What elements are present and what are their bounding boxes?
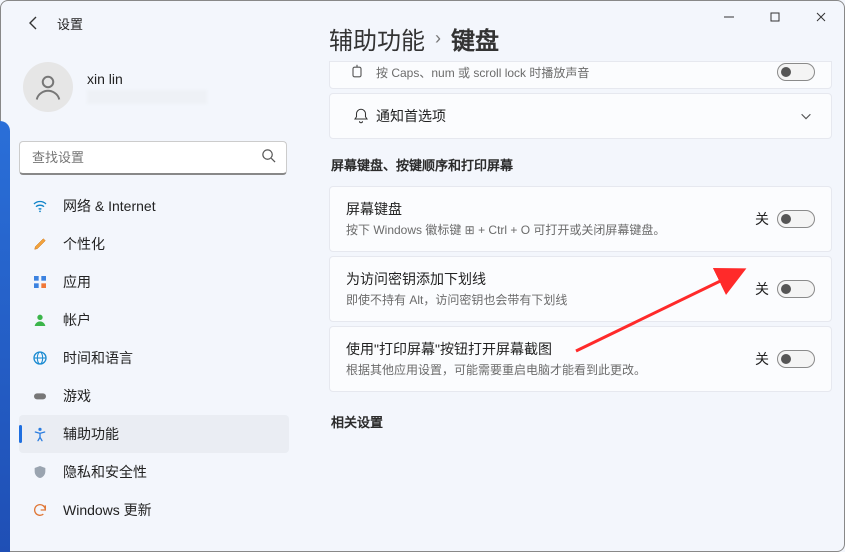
nav-label: 游戏 <box>63 386 91 406</box>
accessibility-icon <box>31 425 49 443</box>
onscreen-keyboard-toggle[interactable] <box>777 210 815 228</box>
nav-label: 隐私和安全性 <box>63 462 147 482</box>
printscreen-sub: 根据其他应用设置，可能需要重启电脑才能看到此更改。 <box>346 361 745 379</box>
underline-keys-row[interactable]: 为访问密钥添加下划线 即使不持有 Alt，访问密钥也会带有下划线 关 <box>329 256 832 322</box>
underline-keys-state: 关 <box>755 279 769 299</box>
content-panel: 按 Caps、num 或 scroll lock 时播放声音 关 通知首选项 屏… <box>329 61 832 549</box>
chevron-down-icon <box>797 107 815 125</box>
minimize-button[interactable] <box>706 1 752 33</box>
printscreen-state: 关 <box>755 349 769 369</box>
nav-label: Windows 更新 <box>63 500 152 520</box>
toggle-keys-icon <box>346 64 376 80</box>
underline-keys-sub: 即使不持有 Alt，访问密钥也会带有下划线 <box>346 291 745 309</box>
window-controls <box>706 1 844 33</box>
search-icon <box>261 148 276 168</box>
profile-block[interactable]: xin lin <box>23 61 207 113</box>
wifi-icon <box>31 197 49 215</box>
user-email-redacted <box>87 90 207 104</box>
printscreen-toggle[interactable] <box>777 350 815 368</box>
user-name: xin lin <box>87 71 207 87</box>
nav-privacy[interactable]: 隐私和安全性 <box>19 453 289 491</box>
notification-prefs-row[interactable]: 通知首选项 <box>329 93 832 139</box>
breadcrumb-parent[interactable]: 辅助功能 <box>329 21 425 56</box>
nav-label: 应用 <box>63 272 91 292</box>
nav-sidebar: 网络 & Internet 个性化 应用 帐户 时间和语言 游戏 辅助功能 隐私… <box>19 187 289 545</box>
nav-label: 个性化 <box>63 234 105 254</box>
onscreen-keyboard-title: 屏幕键盘 <box>346 199 745 219</box>
nav-accounts[interactable]: 帐户 <box>19 301 289 339</box>
section-related-title: 相关设置 <box>331 412 832 431</box>
notification-prefs-title: 通知首选项 <box>376 106 787 126</box>
nav-accessibility[interactable]: 辅助功能 <box>19 415 289 453</box>
breadcrumb-current: 键盘 <box>451 21 499 56</box>
back-button[interactable] <box>19 8 49 38</box>
nav-windows-update[interactable]: Windows 更新 <box>19 491 289 529</box>
nav-network[interactable]: 网络 & Internet <box>19 187 289 225</box>
toggle-keys-subtitle: 按 Caps、num 或 scroll lock 时播放声音 <box>376 64 745 82</box>
search-input[interactable] <box>30 149 261 166</box>
gamepad-icon <box>31 387 49 405</box>
search-box[interactable] <box>19 141 287 175</box>
printscreen-row[interactable]: 使用"打印屏幕"按钮打开屏幕截图 根据其他应用设置，可能需要重启电脑才能看到此更… <box>329 326 832 392</box>
onscreen-keyboard-row[interactable]: 屏幕键盘 按下 Windows 徽标键 ⊞ + Ctrl + O 可打开或关闭屏… <box>329 186 832 252</box>
breadcrumb: 辅助功能 › 键盘 <box>329 21 499 56</box>
onscreen-keyboard-sub: 按下 Windows 徽标键 ⊞ + Ctrl + O 可打开或关闭屏幕键盘。 <box>346 221 745 239</box>
chevron-right-icon: › <box>435 28 441 49</box>
underline-keys-toggle[interactable] <box>777 280 815 298</box>
section-osk-title: 屏幕键盘、按键顺序和打印屏幕 <box>331 155 832 174</box>
person-icon <box>31 311 49 329</box>
avatar <box>23 62 73 112</box>
toggle-keys-toggle[interactable] <box>777 63 815 81</box>
close-button[interactable] <box>798 1 844 33</box>
apps-icon <box>31 273 49 291</box>
nav-gaming[interactable]: 游戏 <box>19 377 289 415</box>
taskbar-edge <box>0 121 10 552</box>
underline-keys-title: 为访问密钥添加下划线 <box>346 269 745 289</box>
app-title: 设置 <box>57 14 83 33</box>
onscreen-keyboard-state: 关 <box>755 209 769 229</box>
nav-personalization[interactable]: 个性化 <box>19 225 289 263</box>
globe-icon <box>31 349 49 367</box>
nav-label: 时间和语言 <box>63 348 133 368</box>
bell-icon <box>346 107 376 125</box>
nav-label: 辅助功能 <box>63 424 119 444</box>
nav-label: 网络 & Internet <box>63 196 156 216</box>
maximize-button[interactable] <box>752 1 798 33</box>
nav-apps[interactable]: 应用 <box>19 263 289 301</box>
paintbrush-icon <box>31 235 49 253</box>
shield-icon <box>31 463 49 481</box>
toggle-keys-row[interactable]: 按 Caps、num 或 scroll lock 时播放声音 关 <box>329 61 832 89</box>
nav-time-language[interactable]: 时间和语言 <box>19 339 289 377</box>
update-icon <box>31 501 49 519</box>
nav-label: 帐户 <box>63 310 91 330</box>
printscreen-title: 使用"打印屏幕"按钮打开屏幕截图 <box>346 339 745 359</box>
